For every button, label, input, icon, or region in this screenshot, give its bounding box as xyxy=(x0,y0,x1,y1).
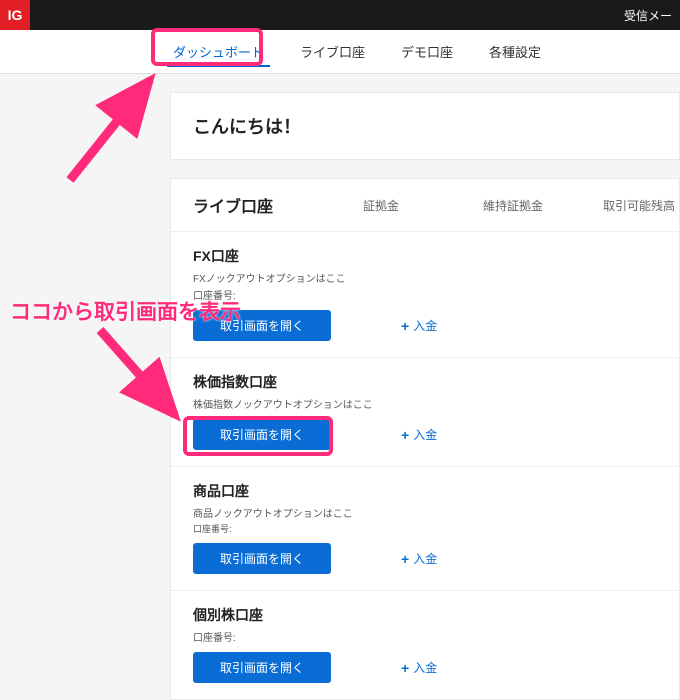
deposit-link[interactable]: +入金 xyxy=(401,659,437,676)
account-commodity: 商品口座 商品ノックアウトオプションはここ 口座番号: 取引画面を開く +入金 xyxy=(171,467,679,591)
section-header: ライブ口座 証拠金 維持証拠金 取引可能残高 xyxy=(171,179,679,232)
account-sub[interactable]: 株価指数ノックアウトオプションはここ xyxy=(193,396,657,411)
deposit-label: 入金 xyxy=(413,426,437,443)
plus-icon: + xyxy=(401,551,409,567)
account-name: FX口座 xyxy=(193,246,657,266)
plus-icon: + xyxy=(401,318,409,334)
topbar: IG 受信メー xyxy=(0,0,680,30)
tab-demo-account[interactable]: デモ口座 xyxy=(383,30,471,73)
account-name: 株価指数口座 xyxy=(193,372,657,392)
tab-settings[interactable]: 各種設定 xyxy=(471,30,559,73)
deposit-label: 入金 xyxy=(413,550,437,567)
tab-dashboard[interactable]: ダッシュボード xyxy=(155,30,282,73)
account-fx: FX口座 FXノックアウトオプションはここ 口座番号: 取引画面を開く +入金 xyxy=(171,232,679,358)
open-trading-button[interactable]: 取引画面を開く xyxy=(193,419,331,450)
account-number-label: 口座番号: xyxy=(193,522,657,535)
deposit-label: 入金 xyxy=(413,659,437,676)
account-individual-stock: 個別株口座 口座番号: 取引画面を開く +入金 xyxy=(171,591,679,699)
content-area: こんにちは！ ライブ口座 証拠金 維持証拠金 取引可能残高 FX口座 FXノック… xyxy=(0,74,680,700)
deposit-link[interactable]: +入金 xyxy=(401,317,437,334)
account-name: 商品口座 xyxy=(193,481,657,501)
account-number-label: 口座番号: xyxy=(193,287,657,302)
open-trading-button[interactable]: 取引画面を開く xyxy=(193,543,331,574)
deposit-link[interactable]: +入金 xyxy=(401,426,437,443)
plus-icon: + xyxy=(401,660,409,676)
col-maintenance-margin: 維持証拠金 xyxy=(483,197,603,214)
inbox-link[interactable]: 受信メー xyxy=(624,7,672,24)
brand-logo: IG xyxy=(0,0,30,30)
col-margin: 証拠金 xyxy=(363,197,483,214)
col-available-balance: 取引可能残高 xyxy=(603,197,680,214)
deposit-link[interactable]: +入金 xyxy=(401,550,437,567)
section-title: ライブ口座 xyxy=(193,193,363,217)
plus-icon: + xyxy=(401,427,409,443)
main-tabs: ダッシュボード ライブ口座 デモ口座 各種設定 xyxy=(0,30,680,74)
open-trading-button[interactable]: 取引画面を開く xyxy=(193,652,331,683)
deposit-label: 入金 xyxy=(413,317,437,334)
annotation-text: ココから取引画面を表示 xyxy=(10,296,241,326)
live-accounts-section: ライブ口座 証拠金 維持証拠金 取引可能残高 FX口座 FXノックアウトオプショ… xyxy=(170,178,680,700)
greeting-card: こんにちは！ xyxy=(170,92,680,160)
greeting-text: こんにちは！ xyxy=(193,113,657,139)
tab-live-account[interactable]: ライブ口座 xyxy=(282,30,383,73)
account-sub[interactable]: 商品ノックアウトオプションはここ xyxy=(193,505,657,520)
account-number-label: 口座番号: xyxy=(193,629,657,644)
account-sub[interactable]: FXノックアウトオプションはここ xyxy=(193,270,657,285)
account-name: 個別株口座 xyxy=(193,605,657,625)
account-stock-index: 株価指数口座 株価指数ノックアウトオプションはここ 取引画面を開く +入金 xyxy=(171,358,679,467)
